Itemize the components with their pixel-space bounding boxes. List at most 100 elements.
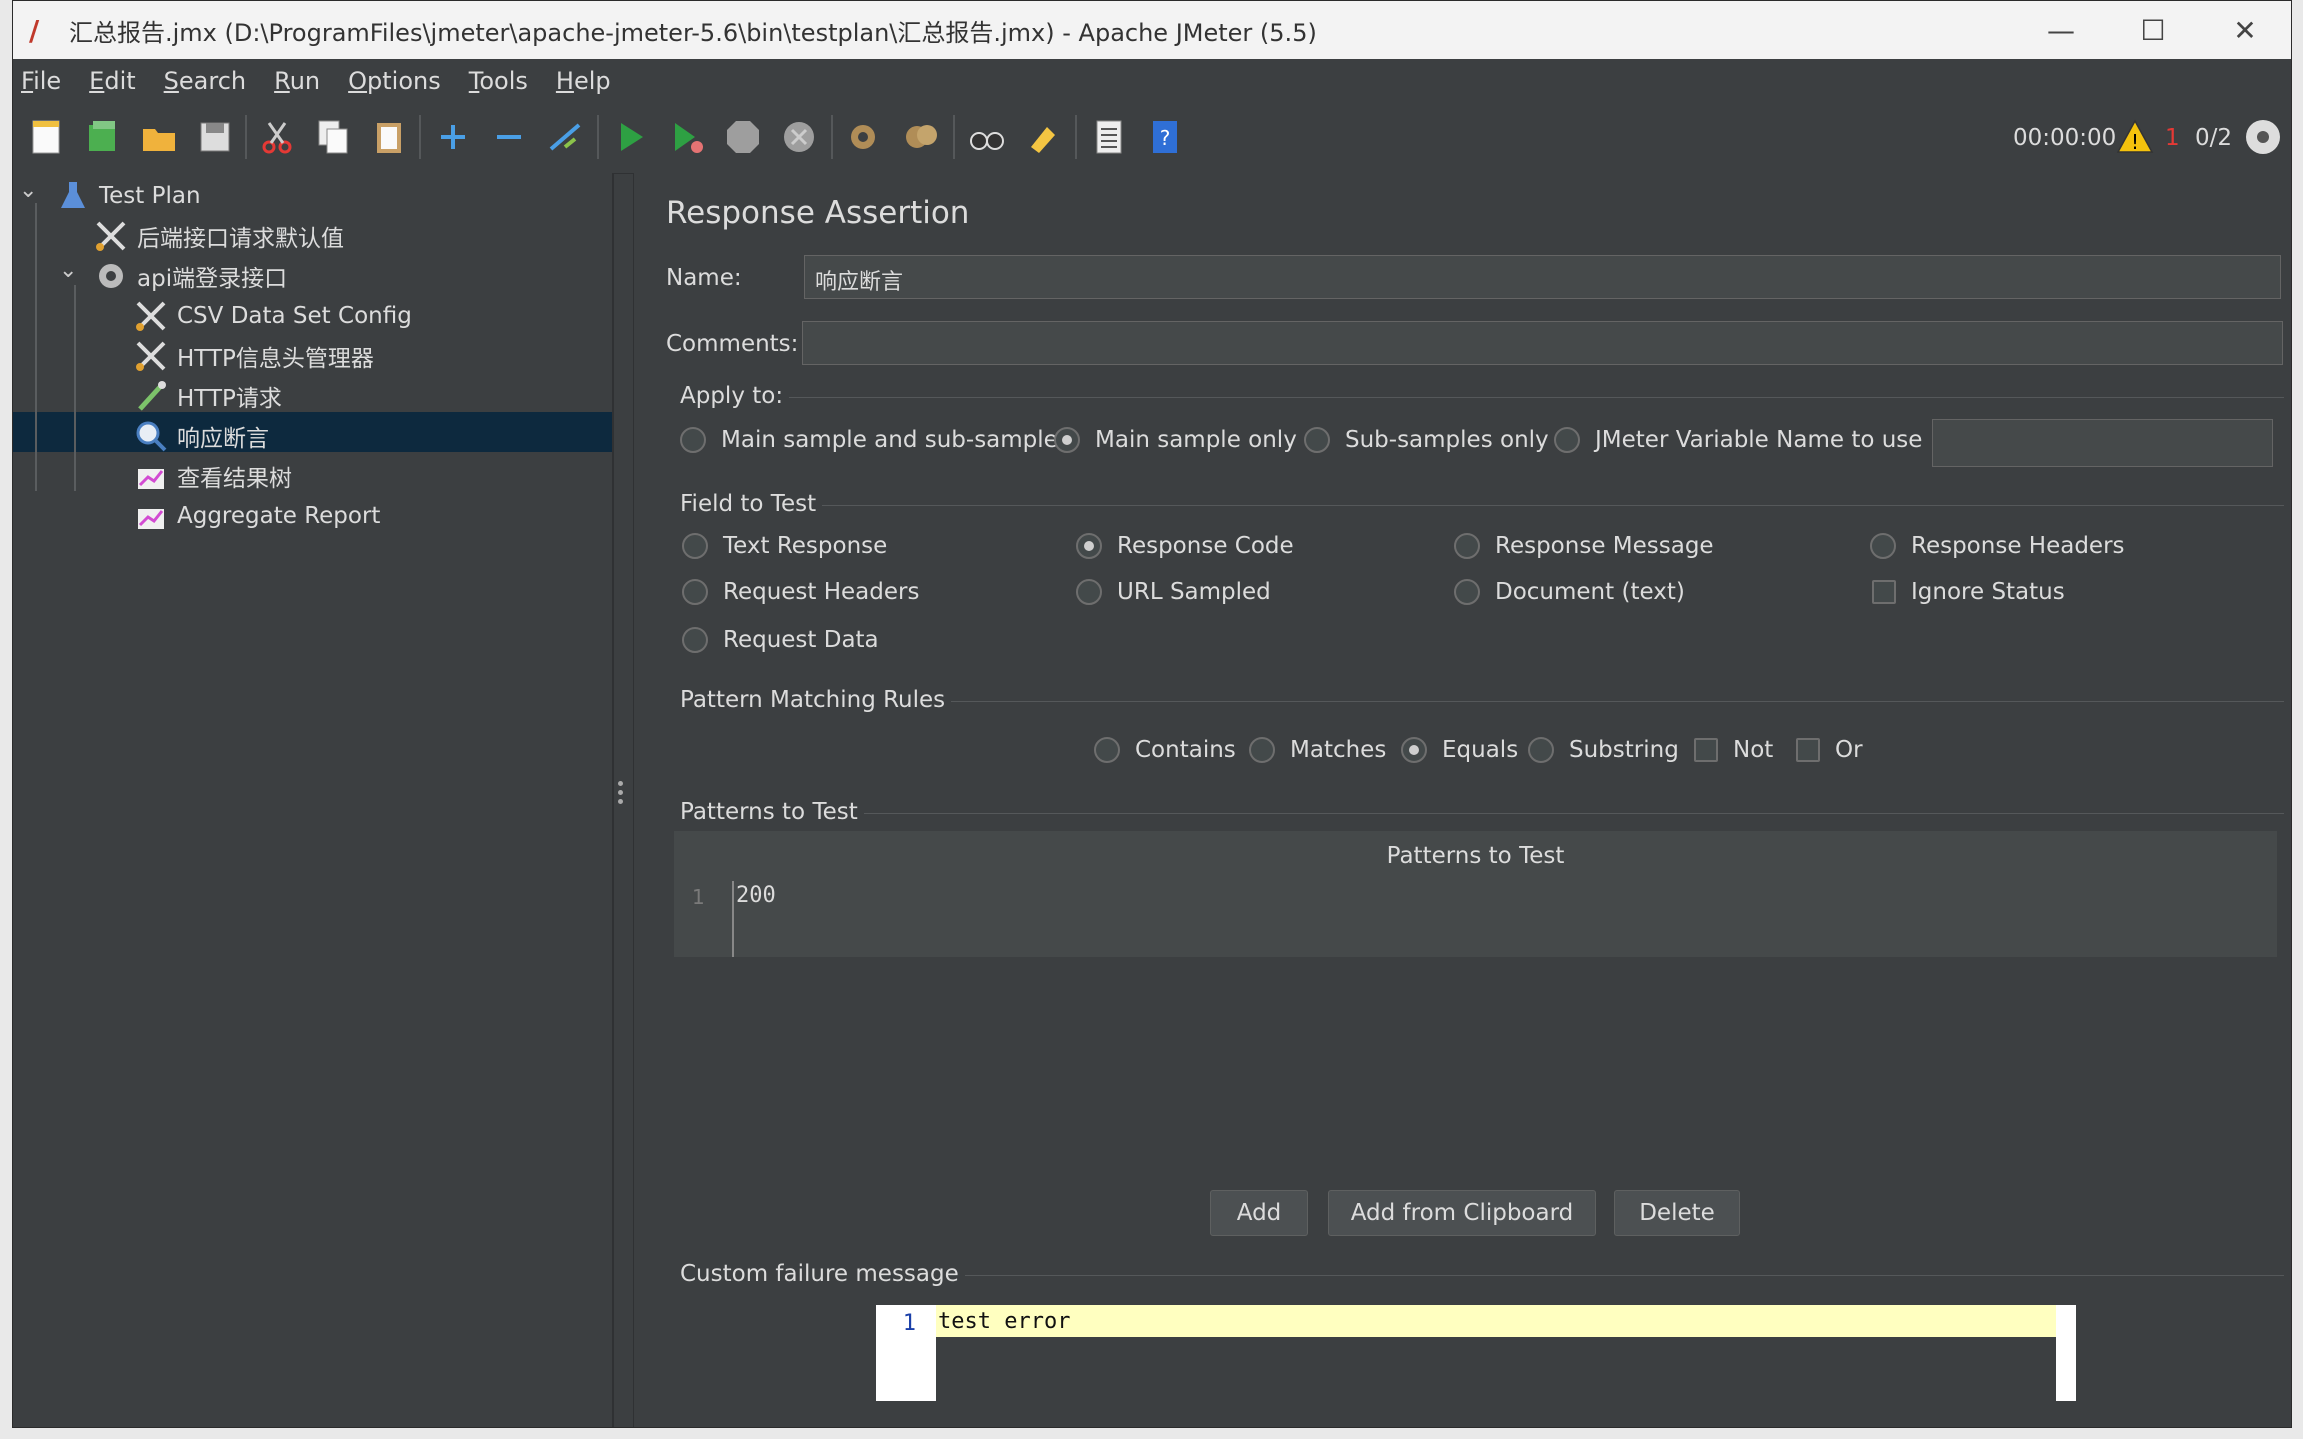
ignore-status-checkbox[interactable]: Ignore Status: [1872, 579, 2065, 605]
remote-engines-icon[interactable]: [2241, 113, 2285, 161]
menu-options[interactable]: Options: [348, 67, 441, 95]
comments-input[interactable]: [802, 321, 2283, 365]
rule-not-checkbox[interactable]: Not: [1694, 737, 1773, 763]
magnifier-icon: [133, 418, 169, 454]
wrench-scissors-icon: [133, 298, 169, 334]
collapse-all-icon[interactable]: [487, 113, 531, 161]
tree-node-header-manager[interactable]: HTTP信息头管理器: [133, 337, 374, 375]
expand-chevron-icon[interactable]: ⌄: [19, 178, 37, 203]
shutdown-icon[interactable]: [777, 113, 821, 161]
editor-line-number: 1: [902, 1311, 916, 1336]
menu-bar: File Edit Search Run Options Tools Help: [13, 59, 2291, 103]
rule-or-checkbox[interactable]: Or: [1796, 737, 1863, 763]
test-plan-tree: ⌄ Test Plan 后端接口请求默认值 ⌄ api端登录接口 CSV Dat…: [13, 173, 614, 1427]
name-label: Name:: [666, 265, 742, 291]
apply-variable-radio[interactable]: JMeter Variable Name to use: [1554, 427, 1922, 453]
toggle-icon[interactable]: [543, 113, 587, 161]
minimize-button[interactable]: —: [2015, 1, 2107, 59]
failure-message-editor[interactable]: 1 test error: [876, 1305, 2076, 1401]
save-icon[interactable]: [193, 113, 237, 161]
stop-icon[interactable]: [721, 113, 765, 161]
variable-name-input[interactable]: [1932, 419, 2273, 467]
pattern-rules-title: Pattern Matching Rules: [674, 687, 952, 713]
clear-icon[interactable]: [843, 113, 887, 161]
delete-pattern-button[interactable]: Delete: [1614, 1190, 1740, 1236]
rule-substring-radio[interactable]: Substring: [1528, 737, 1679, 763]
toolbar: ? 00:00:00 ! 1 0/2: [13, 103, 2291, 174]
chart-icon: [133, 458, 169, 494]
reset-search-icon[interactable]: [1021, 113, 1065, 161]
menu-help[interactable]: Help: [556, 67, 611, 95]
field-url-sampled-radio[interactable]: URL Sampled: [1076, 579, 1271, 605]
menu-file[interactable]: File: [21, 67, 61, 95]
wrench-scissors-icon: [133, 338, 169, 374]
paste-icon[interactable]: [367, 113, 411, 161]
chart-icon: [133, 498, 169, 534]
name-input[interactable]: 响应断言: [804, 255, 2281, 299]
error-count: 1: [2165, 125, 2180, 151]
menu-run[interactable]: Run: [274, 67, 320, 95]
cut-icon[interactable]: [255, 113, 299, 161]
tree-node-http-defaults[interactable]: 后端接口请求默认值: [93, 217, 344, 255]
apply-main-only-radio[interactable]: Main sample only: [1054, 427, 1297, 453]
tree-node-results-tree[interactable]: 查看结果树: [133, 457, 292, 495]
svg-text:!: !: [2131, 130, 2139, 154]
clear-all-icon[interactable]: [899, 113, 943, 161]
patterns-column-header: Patterns to Test: [674, 831, 2277, 882]
maximize-button[interactable]: ☐: [2107, 1, 2199, 59]
patterns-table-row[interactable]: 1 200: [674, 881, 2277, 957]
add-from-clipboard-button[interactable]: Add from Clipboard: [1328, 1190, 1596, 1236]
apply-main-and-sub-radio[interactable]: Main sample and sub-samples: [680, 427, 1070, 453]
function-helper-icon[interactable]: [1087, 113, 1131, 161]
menu-tools[interactable]: Tools: [469, 67, 528, 95]
expand-all-icon[interactable]: [431, 113, 475, 161]
window-title: 汇总报告.jmx (D:\ProgramFiles\jmeter\apache-…: [69, 18, 1317, 47]
rule-contains-radio[interactable]: Contains: [1094, 737, 1236, 763]
tree-node-response-assertion[interactable]: 响应断言: [133, 417, 269, 455]
pattern-cell[interactable]: 200: [736, 883, 776, 908]
failure-message-text[interactable]: test error: [936, 1305, 2056, 1337]
tree-selection-highlight: [13, 412, 612, 452]
add-pattern-button[interactable]: Add: [1210, 1190, 1308, 1236]
title-bar: / 汇总报告.jmx (D:\ProgramFiles\jmeter\apach…: [13, 1, 2291, 59]
elapsed-timer: 00:00:00: [2013, 125, 2117, 151]
new-icon[interactable]: [25, 113, 69, 161]
field-request-headers-radio[interactable]: Request Headers: [682, 579, 919, 605]
apply-sub-only-radio[interactable]: Sub-samples only: [1304, 427, 1549, 453]
tree-node-http-request[interactable]: HTTP请求: [133, 377, 282, 415]
field-request-data-radio[interactable]: Request Data: [682, 627, 879, 653]
row-number: 1: [692, 885, 705, 909]
tree-node-thread-group[interactable]: api端登录接口: [93, 257, 287, 295]
gear-icon: [93, 258, 129, 294]
search-binoculars-icon[interactable]: [965, 113, 1009, 161]
tree-node-aggregate-report[interactable]: Aggregate Report: [133, 497, 380, 535]
tree-node-csv-config[interactable]: CSV Data Set Config: [133, 297, 412, 335]
field-response-code-radio[interactable]: Response Code: [1076, 533, 1294, 559]
rule-matches-radio[interactable]: Matches: [1249, 737, 1386, 763]
close-button[interactable]: ✕: [2199, 1, 2291, 59]
thread-count: 0/2: [2195, 125, 2233, 151]
open-icon[interactable]: [137, 113, 181, 161]
field-response-message-radio[interactable]: Response Message: [1454, 533, 1714, 559]
start-no-pauses-icon[interactable]: [665, 113, 709, 161]
apply-to-title: Apply to:: [674, 383, 790, 409]
warning-icon[interactable]: !: [2113, 113, 2157, 161]
help-icon[interactable]: ?: [1143, 113, 1187, 161]
field-document-text-radio[interactable]: Document (text): [1454, 579, 1685, 605]
menu-edit[interactable]: Edit: [89, 67, 135, 95]
templates-icon[interactable]: [81, 113, 125, 161]
failure-message-title: Custom failure message: [674, 1261, 965, 1287]
svg-text:?: ?: [1160, 126, 1171, 150]
expand-chevron-icon[interactable]: ⌄: [59, 258, 77, 283]
tree-node-test-plan[interactable]: Test Plan: [55, 177, 201, 215]
comments-label: Comments:: [666, 331, 799, 357]
response-assertion-panel: Response Assertion Name: 响应断言 Comments: …: [633, 173, 2291, 1427]
copy-icon[interactable]: [311, 113, 355, 161]
menu-search[interactable]: Search: [164, 67, 246, 95]
field-response-headers-radio[interactable]: Response Headers: [1870, 533, 2125, 559]
start-icon[interactable]: [609, 113, 653, 161]
split-pane-divider[interactable]: [618, 781, 623, 811]
rule-equals-radio[interactable]: Equals: [1401, 737, 1518, 763]
jmeter-window: / 汇总报告.jmx (D:\ProgramFiles\jmeter\apach…: [12, 0, 2292, 1428]
field-text-response-radio[interactable]: Text Response: [682, 533, 887, 559]
